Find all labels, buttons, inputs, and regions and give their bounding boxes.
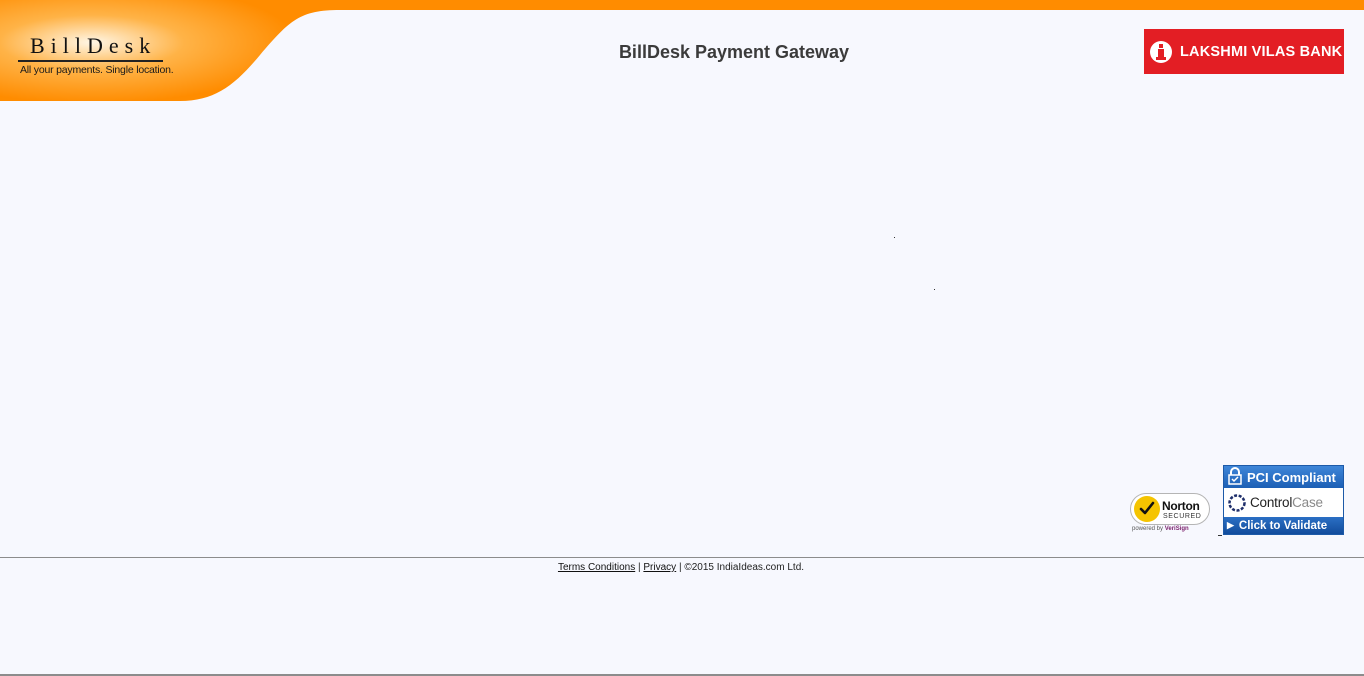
terms-conditions-link[interactable]: Terms Conditions [558,562,635,573]
norton-secured-label: SECURED [1163,513,1202,520]
norton-secured-badge[interactable]: Norton SECURED powered by VeriSign [1128,492,1212,536]
footer-separator: | [638,562,641,573]
click-to-validate-button[interactable]: ▶ Click to Validate [1224,517,1343,534]
controlcase-text: ControlCase [1250,495,1323,510]
footer-divider [0,557,1364,558]
badge-link-underline [1218,535,1222,536]
stray-dot [894,237,895,238]
bank-name: LAKSHMI VILAS BANK [1180,43,1343,60]
bank-emblem-icon [1150,40,1172,63]
privacy-link[interactable]: Privacy [643,562,676,573]
stray-dot [934,289,935,290]
norton-seal: Norton SECURED [1130,493,1210,525]
pci-compliant-badge[interactable]: PCI Compliant ControlCase ▶ Click to Val… [1223,465,1344,535]
norton-powered-by: powered by VeriSign [1132,526,1189,532]
controlcase-secondary: Case [1292,495,1323,510]
pci-badge-header: PCI Compliant [1224,466,1343,488]
checkmark-icon [1134,496,1160,522]
controlcase-brand: ControlCase [1224,489,1343,516]
copyright-text: ©2015 IndiaIdeas.com Ltd. [684,562,805,573]
footer-separator: | [678,562,682,573]
controlcase-ring-icon [1228,493,1246,512]
footer-links: Terms Conditions | Privacy | ©2015 India… [0,562,1362,573]
norton-brand: Norton [1162,499,1200,513]
payment-gateway-page: BillDesk All your payments. Single locat… [0,0,1364,676]
powered-brand: VeriSign [1164,526,1189,532]
arrow-right-icon: ▶ [1227,520,1234,530]
lock-icon [1227,466,1243,488]
pci-title: PCI Compliant [1247,469,1336,485]
click-to-validate-label: Click to Validate [1238,519,1328,532]
controlcase-primary: Control [1250,495,1293,510]
bank-logo: LAKSHMI VILAS BANK [1144,29,1344,74]
logo-tagline: All your payments. Single location. [20,64,174,76]
powered-prefix: powered by [1132,526,1164,532]
